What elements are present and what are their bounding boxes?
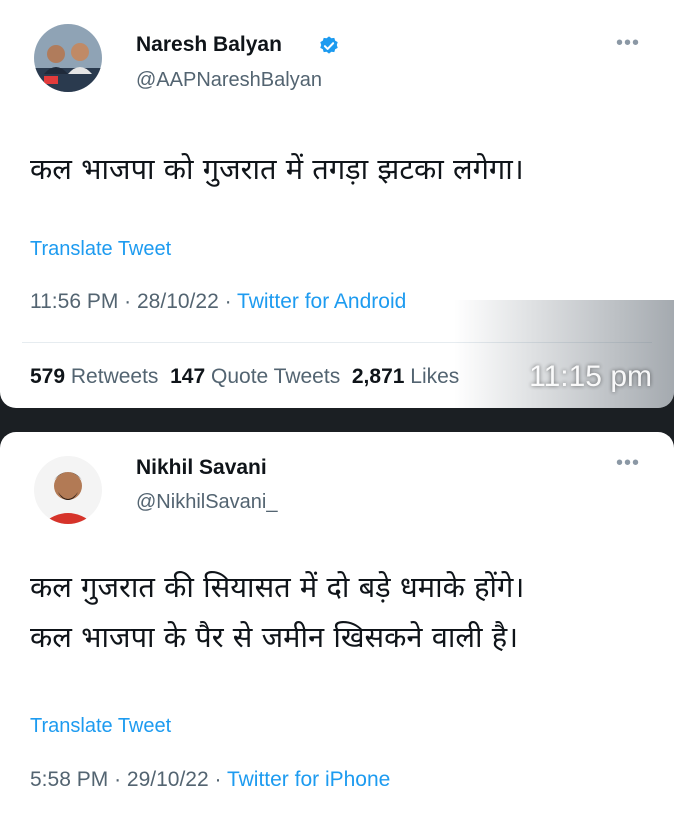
avatar-image — [34, 456, 102, 524]
avatar[interactable] — [34, 24, 102, 92]
meta-separator: · — [214, 768, 227, 791]
avatar-image — [34, 24, 102, 92]
user-name[interactable]: Nikhil Savani — [136, 456, 267, 480]
user-handle[interactable]: @AAPNareshBalyan — [136, 69, 322, 92]
more-icon[interactable]: ••• — [616, 452, 640, 475]
tweet-card-1[interactable]: Naresh Balyan @AAPNareshBalyan ••• कल भा… — [0, 0, 674, 408]
tweet-card-2[interactable]: Nikhil Savani @NikhilSavani_ ••• कल गुजर… — [0, 432, 674, 820]
verified-badge-icon — [320, 36, 338, 54]
translate-tweet-link[interactable]: Translate Tweet — [30, 715, 171, 738]
tweet-time[interactable]: 11:56 PM — [30, 290, 118, 313]
tweet-text-line: कल गुजरात की सियासत में दो बड़े धमाके हो… — [30, 570, 525, 604]
tweet-text: कल गुजरात की सियासत में दो बड़े धमाके हो… — [30, 562, 654, 662]
meta-separator: · — [224, 290, 238, 313]
tweet-source-link[interactable]: Twitter for Android — [237, 290, 406, 313]
tweet-text-line: कल भाजपा को गुजरात में तगड़ा झटका लगेगा। — [30, 152, 524, 186]
quote-tweets-stat[interactable]: 147 Quote Tweets — [170, 365, 340, 388]
tweet-time[interactable]: 5:58 PM — [30, 768, 108, 791]
tweet-meta: 5:58 PM · 29/10/22 · Twitter for iPhone — [30, 768, 390, 792]
tweet-source-link[interactable]: Twitter for iPhone — [227, 768, 390, 791]
more-icon[interactable]: ••• — [616, 32, 640, 55]
tweet-stats: 579 Retweets 147 Quote Tweets 2,871 Like… — [30, 365, 459, 389]
meta-separator: · — [124, 290, 137, 313]
avatar[interactable] — [34, 456, 102, 524]
tweet-text: कल भाजपा को गुजरात में तगड़ा झटका लगेगा। — [30, 144, 654, 194]
tweet-meta: 11:56 PM · 28/10/22 · Twitter for Androi… — [30, 290, 406, 314]
retweets-stat[interactable]: 579 Retweets — [30, 365, 158, 388]
translate-tweet-link[interactable]: Translate Tweet — [30, 238, 171, 261]
overlay-timestamp: 11:15 pm — [529, 360, 652, 393]
user-handle[interactable]: @NikhilSavani_ — [136, 491, 277, 514]
likes-stat[interactable]: 2,871 Likes — [352, 365, 459, 388]
tweet-date[interactable]: 28/10/22 — [137, 290, 219, 313]
tweet-date[interactable]: 29/10/22 — [127, 768, 209, 791]
tweet-text-line: कल भाजपा के पैर से जमीन खिसकने वाली है। — [30, 620, 519, 654]
user-name[interactable]: Naresh Balyan — [136, 33, 282, 57]
meta-separator: · — [114, 768, 127, 791]
